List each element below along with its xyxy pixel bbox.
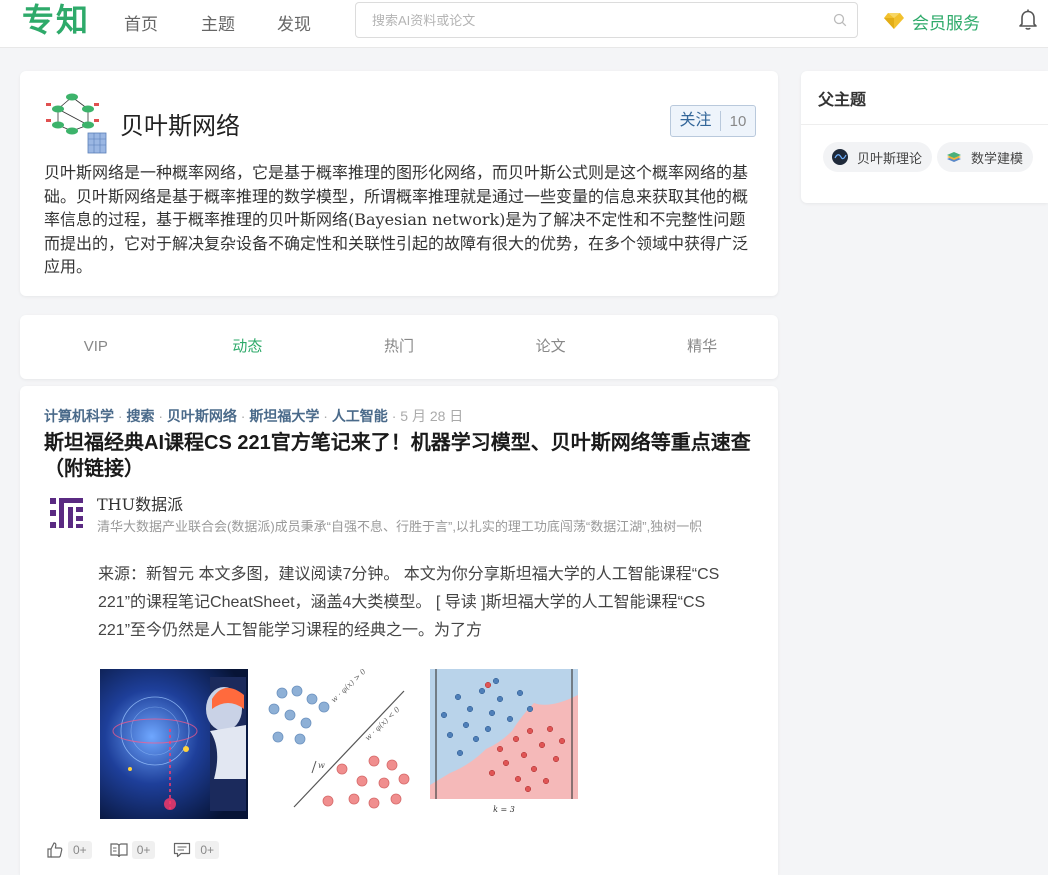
follower-count: 10 bbox=[729, 112, 747, 130]
book-icon bbox=[110, 843, 128, 858]
comment-count: 0+ bbox=[195, 841, 220, 859]
chip-label: 数学建模 bbox=[971, 150, 1024, 166]
tab-hot[interactable]: 热门 bbox=[323, 315, 475, 379]
topic-header-card: 贝叶斯网络 关注 10 贝叶斯网络是一种概率网络，它是基于概率推理的图形化网络，… bbox=[20, 71, 778, 296]
notification-bell-icon[interactable] bbox=[1016, 7, 1040, 31]
feed-tabs: VIP 动态 热门 论文 精华 bbox=[20, 315, 778, 379]
tag-search[interactable]: 搜索 bbox=[126, 408, 154, 424]
parent-topic-heading: 父主题 bbox=[818, 92, 867, 109]
search-input[interactable] bbox=[356, 3, 796, 37]
topic-network-diagram-image bbox=[46, 93, 107, 154]
comment-button[interactable]: 0+ bbox=[173, 841, 220, 859]
like-count: 0+ bbox=[68, 841, 92, 859]
nav-home[interactable]: 首页 bbox=[124, 10, 158, 35]
tab-activity[interactable]: 动态 bbox=[172, 315, 324, 379]
article-title[interactable]: 斯坦福经典AI课程CS 221官方笔记来了！机器学习模型、贝叶斯网络等重点速查（… bbox=[44, 430, 760, 482]
chip-bayesian-theory[interactable]: 贝叶斯理论 bbox=[823, 142, 933, 172]
parent-topic-card: 父主题 贝叶斯理论 数学建模 bbox=[801, 71, 1048, 203]
tag-stanford[interactable]: 斯坦福大学 bbox=[249, 408, 319, 424]
tab-papers[interactable]: 论文 bbox=[475, 315, 627, 379]
article-date: 5 月 28 日 bbox=[400, 408, 464, 424]
classifier-weight-label: w bbox=[318, 761, 325, 770]
site-logo[interactable]: 专知 bbox=[22, 0, 90, 40]
article-tags: 计算机科学 · 搜索 · 贝叶斯网络 · 斯坦福大学 · 人工智能 · 5 月 … bbox=[44, 408, 464, 424]
knn-caption: k = 3 bbox=[493, 805, 515, 814]
article-thumbnail-ai-robot[interactable] bbox=[100, 669, 248, 819]
article-card: 计算机科学 · 搜索 · 贝叶斯网络 · 斯坦福大学 · 人工智能 · 5 月 … bbox=[20, 386, 778, 875]
topic-title: 贝叶斯网络 bbox=[120, 112, 240, 140]
search-box bbox=[355, 2, 858, 38]
tag-computer-science[interactable]: 计算机科学 bbox=[44, 408, 114, 424]
read-button[interactable]: 0+ bbox=[110, 841, 156, 859]
thumbs-up-icon bbox=[47, 842, 63, 858]
author-avatar[interactable] bbox=[50, 496, 84, 530]
article-thumbnail-knn-regions[interactable]: k = 3 bbox=[430, 669, 578, 819]
author-description: 清华大数据产业联合会(数据派)成员秉承“自强不息、行胜于言”,以扎实的理工功底闯… bbox=[97, 519, 703, 534]
nav-discover[interactable]: 发现 bbox=[277, 10, 311, 35]
tab-featured[interactable]: 精华 bbox=[626, 315, 778, 379]
vip-label: 会员服务 bbox=[912, 14, 980, 33]
tag-ai[interactable]: 人工智能 bbox=[332, 408, 388, 424]
like-button[interactable]: 0+ bbox=[46, 841, 92, 859]
math-modeling-icon bbox=[947, 152, 961, 162]
article-actions: 0+ 0+ 0+ bbox=[46, 839, 237, 861]
follow-button[interactable]: 关注 10 bbox=[670, 105, 756, 137]
chip-math-modeling[interactable]: 数学建模 bbox=[937, 142, 1034, 172]
comment-icon bbox=[174, 842, 191, 858]
search-icon[interactable] bbox=[833, 13, 847, 27]
nav-topics[interactable]: 主题 bbox=[201, 10, 235, 35]
follow-label: 关注 bbox=[671, 111, 721, 131]
tag-bayesian-network[interactable]: 贝叶斯网络 bbox=[167, 408, 237, 424]
top-navbar: 专知 首页 主题 发现 会员服务 bbox=[0, 0, 1048, 48]
divider bbox=[801, 124, 1048, 125]
bayes-theory-icon bbox=[832, 149, 848, 165]
read-count: 0+ bbox=[131, 841, 156, 859]
tab-vip[interactable]: VIP bbox=[20, 315, 172, 379]
chip-label: 贝叶斯理论 bbox=[857, 150, 923, 166]
diamond-icon bbox=[884, 13, 904, 29]
article-thumbnail-linear-classifier[interactable]: w w · φ(x) > 0 w · φ(x) < 0 bbox=[264, 669, 412, 819]
topic-description: 贝叶斯网络是一种概率网络，它是基于概率推理的图形化网络，而贝叶斯公式则是这个概率… bbox=[44, 163, 749, 276]
article-excerpt: 来源：新智元 本文多图，建议阅读7分钟。 本文为你分享斯坦福大学的人工智能课程“… bbox=[98, 566, 720, 639]
author-name[interactable]: THU数据派 bbox=[97, 491, 183, 515]
